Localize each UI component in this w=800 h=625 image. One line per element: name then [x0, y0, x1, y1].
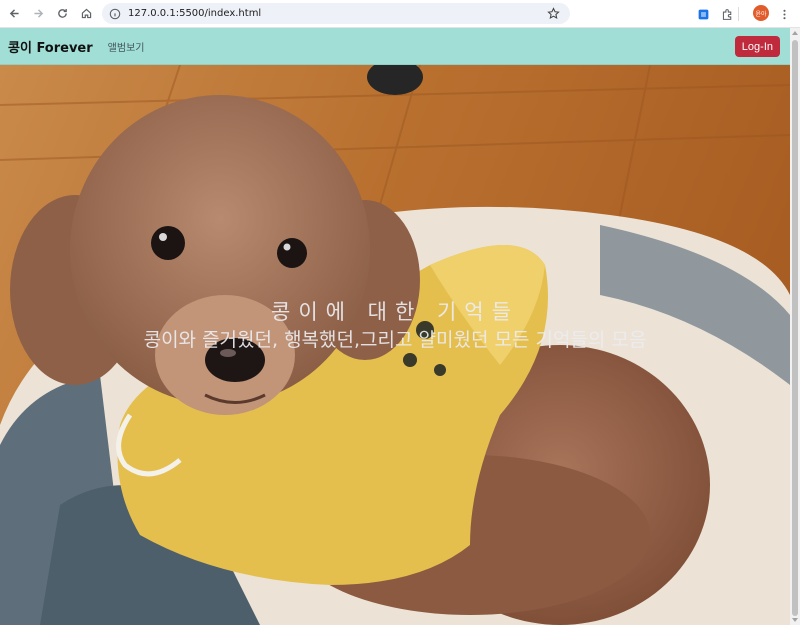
hero-section: 콩이에 대한 기억들 콩이와 즐거웠던, 행복했던,그리고 얄미웠던 모든 기억…	[0, 65, 790, 625]
extensions-puzzle-icon[interactable]	[718, 5, 736, 23]
home-button[interactable]	[76, 4, 96, 24]
site-info-icon[interactable]	[108, 7, 122, 21]
forward-button[interactable]	[28, 4, 48, 24]
reload-button[interactable]	[52, 4, 72, 24]
reload-icon	[57, 9, 67, 18]
hero-subtitle: 콩이와 즐거웠던, 행복했던,그리고 얄미웠던 모든 기억들의 모음	[143, 329, 647, 351]
back-arrow-icon	[9, 9, 19, 18]
profile-avatar[interactable]: 윤아	[753, 5, 769, 21]
site-navbar: 콩이 Forever 앨범보기 Log-In	[0, 28, 790, 65]
forward-arrow-icon	[33, 9, 43, 18]
browser-toolbar: 127.0.0.1:5500/index.html 윤아	[0, 0, 800, 28]
scroll-up-icon[interactable]	[792, 31, 798, 35]
more-menu-icon[interactable]	[775, 5, 793, 23]
brand-logo[interactable]: 콩이 Forever	[8, 37, 93, 56]
back-button[interactable]	[4, 4, 24, 24]
page-scrollbar[interactable]	[790, 28, 800, 625]
toolbar-divider	[738, 7, 739, 21]
login-button[interactable]: Log-In	[734, 36, 780, 57]
hero-title: 콩이에 대한 기억들	[271, 300, 519, 324]
extension-icon[interactable]	[694, 5, 712, 23]
bookmark-star-icon[interactable]	[547, 7, 560, 20]
scroll-thumb[interactable]	[792, 40, 798, 616]
nav-link-album[interactable]: 앨범보기	[108, 39, 145, 54]
address-url[interactable]: 127.0.0.1:5500/index.html	[128, 8, 261, 19]
scroll-down-icon[interactable]	[792, 618, 798, 622]
hero-text-block: 콩이에 대한 기억들 콩이와 즐거웠던, 행복했던,그리고 얄미웠던 모든 기억…	[0, 297, 790, 353]
address-bar[interactable]: 127.0.0.1:5500/index.html	[102, 3, 570, 24]
home-icon	[81, 8, 91, 19]
